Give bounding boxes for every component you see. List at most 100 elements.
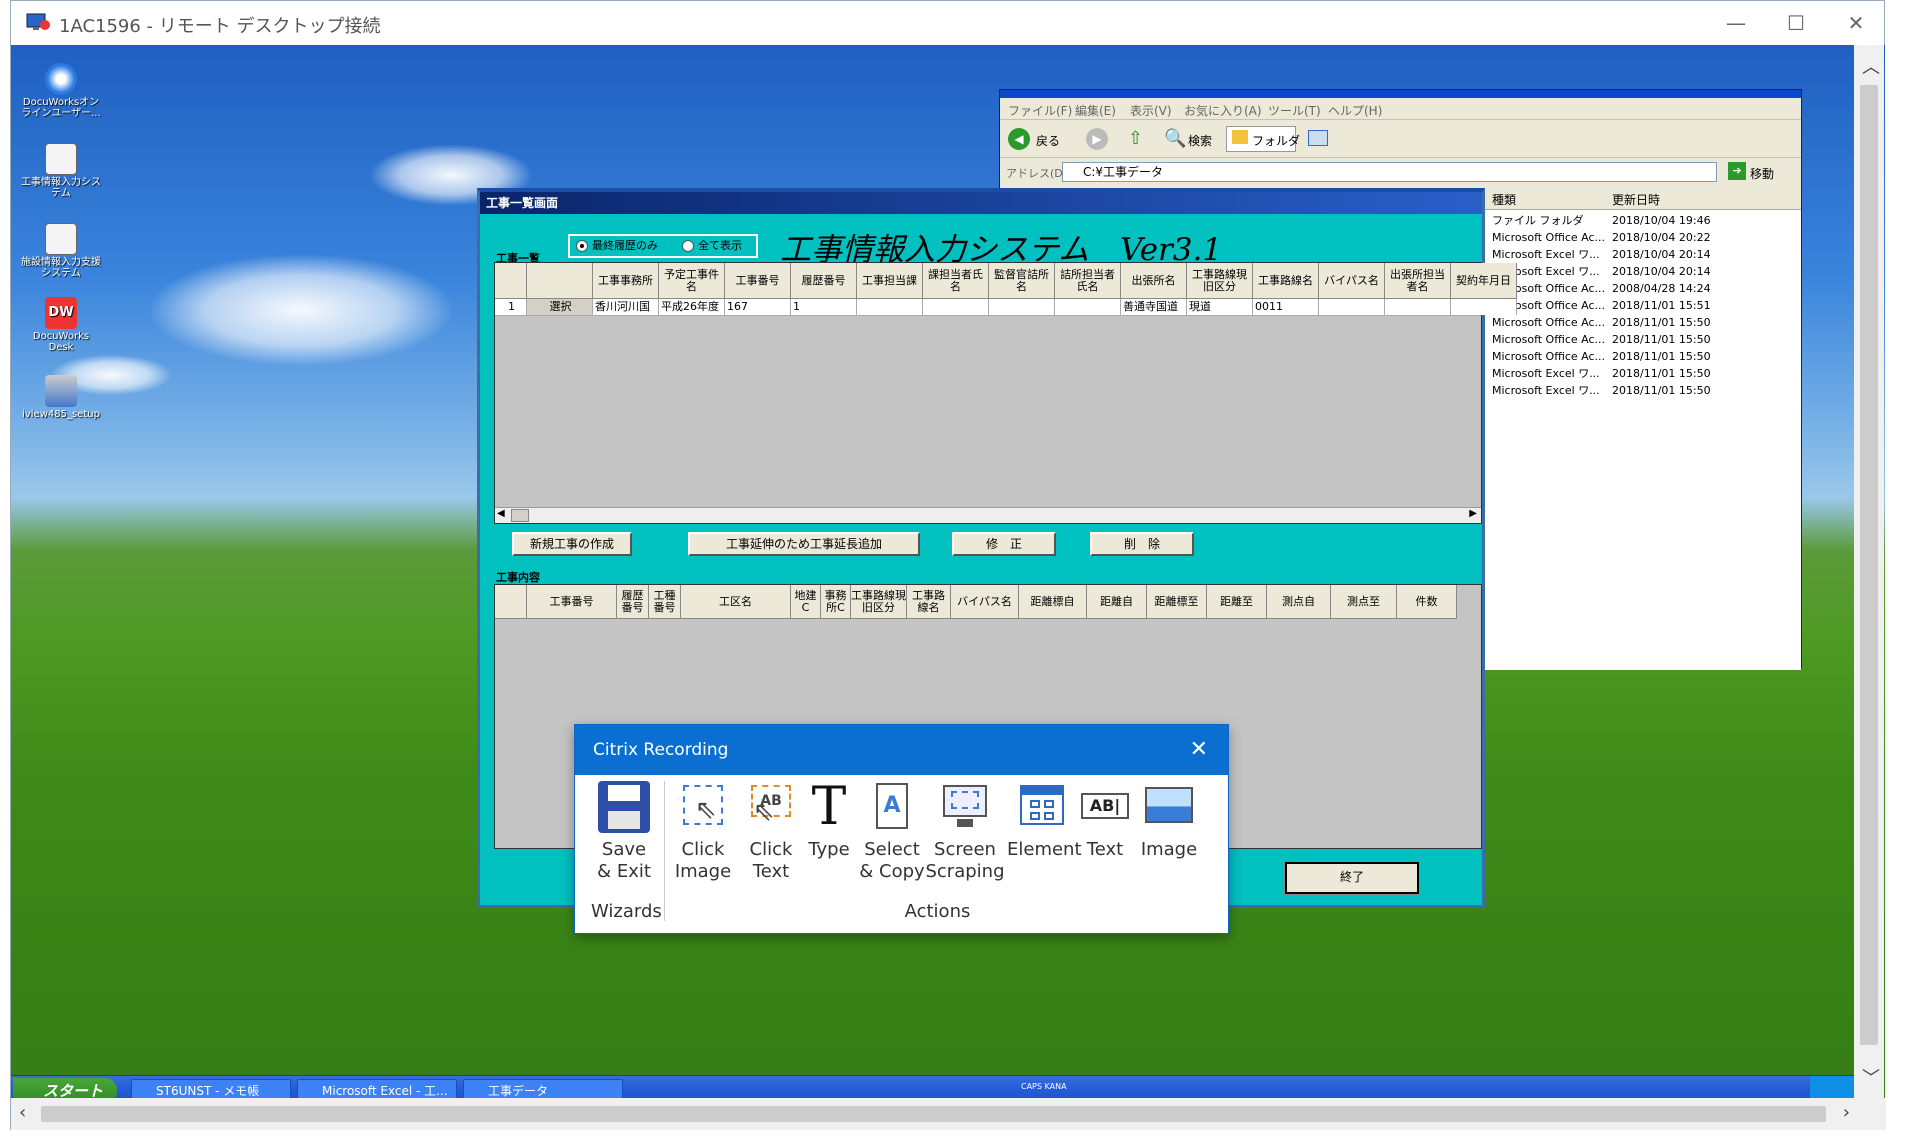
content-column-header[interactable]: 測点至 [1331, 585, 1397, 619]
edit-button[interactable]: 修 正 [952, 532, 1056, 556]
desktop-icon-docuworks-online[interactable]: DocuWorksオンラインユーザー... [19, 63, 103, 119]
content-column-header[interactable]: 距離至 [1207, 585, 1267, 619]
type-button[interactable]: T Type [801, 781, 857, 861]
content-column-header[interactable]: 測点自 [1267, 585, 1331, 619]
content-column-header[interactable]: 事務所C [821, 585, 851, 619]
search-icon[interactable]: 🔍 [1164, 128, 1186, 149]
desktop-icon-shisetsu-system[interactable]: 施設情報入力支援システム [19, 223, 103, 279]
column-header[interactable]: 予定工事件名 [659, 263, 725, 299]
horizontal-scrollbar-main[interactable]: ‹ › [11, 1098, 1886, 1130]
forward-icon[interactable]: ▶ [1086, 128, 1108, 150]
delete-button[interactable]: 削 除 [1090, 532, 1194, 556]
start-button[interactable]: スタート [13, 1078, 117, 1098]
file-list-row[interactable]: Microsoft Office Ac... 2008/04/28 14:24 [1484, 280, 1801, 297]
up-folder-icon[interactable]: ⇧ [1128, 128, 1143, 149]
save-exit-button[interactable]: Save & Exit [591, 781, 657, 883]
taskbar-item-explorer[interactable]: 工事データ [463, 1079, 623, 1098]
content-column-header[interactable]: 工区名 [681, 585, 791, 619]
column-header[interactable]: 監督官詰所名 [989, 263, 1055, 299]
desktop-icon-iview-setup[interactable]: iview485_setup [19, 375, 103, 420]
content-column-header[interactable]: 工事番号 [527, 585, 617, 619]
column-header[interactable]: 出張所名 [1121, 263, 1187, 299]
content-column-header[interactable]: バイパス名 [951, 585, 1019, 619]
menu-tools[interactable]: ツール(T) [1268, 102, 1321, 119]
select-button[interactable]: 選択 [527, 299, 593, 315]
column-header[interactable]: 工事事務所 [593, 263, 659, 299]
col-type-header[interactable]: 種類 [1492, 190, 1516, 210]
content-column-header[interactable]: 工事路線名 [907, 585, 951, 619]
back-icon[interactable]: ◀ [1008, 128, 1030, 150]
file-list-row[interactable]: ファイル フォルダ 2018/10/04 19:46 [1484, 212, 1801, 229]
file-date: 2018/10/04 20:22 [1612, 231, 1711, 244]
menu-view[interactable]: 表示(V) [1130, 102, 1172, 119]
menu-favorites[interactable]: お気に入り(A) [1184, 102, 1262, 119]
remote-desktop-titlebar: 1AC1596 - リモート デスクトップ接続 — ☐ ✕ [11, 1, 1884, 45]
column-header[interactable]: バイパス名 [1319, 263, 1385, 299]
text-button[interactable]: AB| Text [1075, 781, 1135, 861]
column-header[interactable]: 工事番号 [725, 263, 791, 299]
column-header[interactable]: 出張所担当者名 [1385, 263, 1451, 299]
desktop-icon-docuworks-desk[interactable]: DW DocuWorks Desk [19, 297, 103, 353]
content-column-header[interactable]: 距離標至 [1147, 585, 1207, 619]
taskbar-item-excel[interactable]: Microsoft Excel - 工... [297, 1079, 457, 1098]
go-icon[interactable]: ➔ [1728, 162, 1746, 180]
folders-button[interactable]: フォルダ [1252, 132, 1300, 149]
radio-latest[interactable] [576, 240, 588, 252]
table-cell: 167 [725, 299, 791, 315]
content-column-header[interactable]: 距離自 [1087, 585, 1147, 619]
content-column-header[interactable]: 件数 [1397, 585, 1457, 619]
file-list-row[interactable]: Microsoft Office Ac... 2018/11/01 15:50 [1484, 348, 1801, 365]
file-list-row[interactable]: Microsoft Excel ワ... 2018/11/01 15:50 [1484, 382, 1801, 399]
file-list-row[interactable]: Microsoft Excel ワ... 2018/10/04 20:14 [1484, 263, 1801, 280]
column-header[interactable]: 工事担当課 [857, 263, 923, 299]
column-header[interactable]: 工事路線名 [1253, 263, 1319, 299]
minimize-button[interactable]: — [1711, 7, 1761, 39]
menu-file[interactable]: ファイル(F) [1008, 102, 1072, 119]
extend-kouji-button[interactable]: 工事延伸のため工事延長追加 [688, 532, 920, 556]
column-header[interactable]: 履歴番号 [791, 263, 857, 299]
col-date-header[interactable]: 更新日時 [1612, 190, 1660, 210]
action-label: Image [1140, 839, 1198, 860]
exit-button[interactable]: 終了 [1284, 861, 1420, 895]
back-button[interactable]: 戻る [1036, 132, 1060, 149]
content-column-header[interactable]: 工事路線現旧区分 [851, 585, 907, 619]
search-button[interactable]: 検索 [1188, 132, 1212, 149]
column-header[interactable]: 課担当者氏名 [923, 263, 989, 299]
screen-scraping-button[interactable]: Screen Scraping [925, 781, 1005, 883]
column-header[interactable]: 契約年月日 [1451, 263, 1517, 299]
close-button[interactable]: ✕ [1831, 7, 1881, 39]
file-date: 2018/11/01 15:50 [1612, 316, 1711, 329]
vertical-scrollbar[interactable]: ︿ ﹀ [1854, 45, 1884, 1098]
file-list-row[interactable]: Microsoft Office Ac... 2018/10/04 20:22 [1484, 229, 1801, 246]
address-input[interactable]: C:¥工事データ [1062, 162, 1717, 182]
new-kouji-button[interactable]: 新規工事の作成 [512, 532, 632, 556]
file-list-row[interactable]: Microsoft Office Ac... 2018/11/01 15:51 [1484, 297, 1801, 314]
file-list-row[interactable]: Microsoft Office Ac... 2018/11/01 15:50 [1484, 331, 1801, 348]
file-list-row[interactable]: Microsoft Office Ac... 2018/11/01 15:50 [1484, 314, 1801, 331]
horizontal-scrollbar[interactable]: ◀ ▶ [495, 507, 1481, 523]
menu-help[interactable]: ヘルプ(H) [1328, 102, 1382, 119]
content-column-header[interactable]: 履歴番号 [617, 585, 649, 619]
file-list-row[interactable]: Microsoft Excel ワ... 2018/10/04 20:14 [1484, 246, 1801, 263]
content-column-header[interactable]: 距離標自 [1019, 585, 1087, 619]
table-row[interactable]: 1 選択 香川河川国 平成26年度 167 1 善通寺国道 現道 0011 [495, 299, 1517, 316]
go-button[interactable]: 移動 [1750, 165, 1774, 182]
content-column-header[interactable]: 工種番号 [649, 585, 681, 619]
radio-all[interactable] [682, 240, 694, 252]
file-type: Microsoft Office Ac... [1492, 333, 1606, 346]
menu-edit[interactable]: 編集(E) [1075, 102, 1116, 119]
click-text-button[interactable]: AB ⇖ Click Text [741, 781, 801, 883]
file-list-row[interactable]: Microsoft Excel ワ... 2018/11/01 15:50 [1484, 365, 1801, 382]
citrix-close-icon[interactable]: ✕ [1190, 737, 1208, 762]
click-image-button[interactable]: ⇖ Click Image [669, 781, 737, 883]
maximize-button[interactable]: ☐ [1771, 7, 1821, 39]
desktop-icon-kouji-system[interactable]: 工事情報入力システム [19, 143, 103, 199]
column-header[interactable]: 詰所担当者氏名 [1055, 263, 1121, 299]
content-column-header[interactable]: 地建C [791, 585, 821, 619]
element-button[interactable]: Element [1007, 781, 1082, 861]
views-icon[interactable] [1308, 130, 1328, 146]
taskbar-item-notepad[interactable]: ST6UNST - メモ帳 [131, 1079, 291, 1098]
column-header[interactable]: 工事路線現旧区分 [1187, 263, 1253, 299]
image-button[interactable]: Image [1135, 781, 1203, 861]
select-copy-button[interactable]: A Select & Copy [857, 781, 927, 883]
